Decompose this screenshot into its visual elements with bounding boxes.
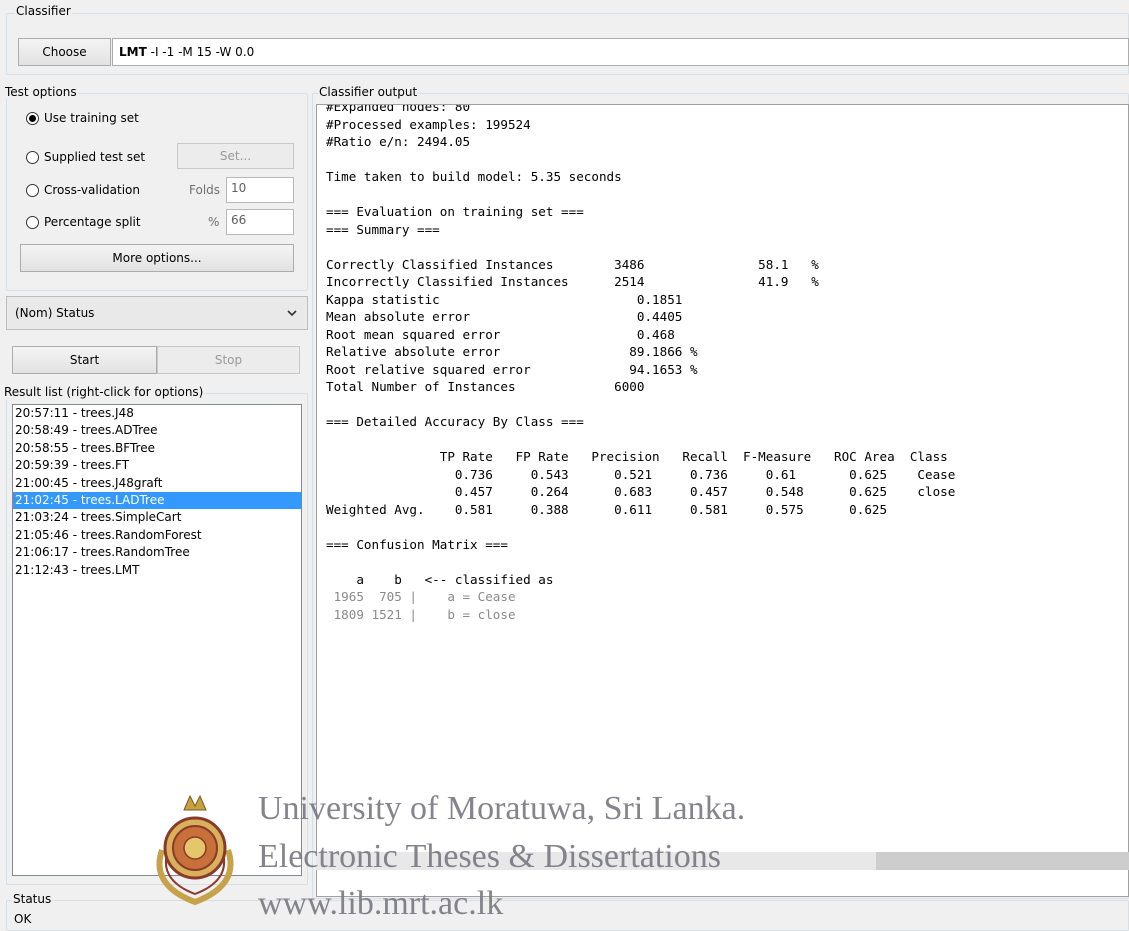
result-list-item[interactable]: 21:05:46 - trees.RandomForest [13, 527, 301, 544]
watermark-line-2: Electronic Theses & Dissertations [258, 838, 721, 875]
output-line: 0.457 0.264 0.683 0.457 0.548 0.625 clos… [326, 484, 956, 499]
output-line: 1809 1521 | b = close [326, 606, 516, 622]
output-line: Weighted Avg. 0.581 0.388 0.611 0.581 0.… [326, 501, 888, 517]
output-line: === Confusion Matrix === [326, 536, 508, 552]
class-attribute-select[interactable]: (Nom) Status [6, 296, 308, 330]
supplied-test-set-option[interactable]: Supplied test set [26, 150, 145, 164]
output-line: Correctly Classified Instances 3486 58.1… [326, 256, 819, 272]
output-text: #Expanded nodes: 80 #Processed examples:… [317, 104, 1128, 623]
stop-button[interactable]: Stop [157, 346, 300, 374]
output-line: Time taken to build model: 5.35 seconds [326, 169, 622, 184]
output-line: TP Rate FP Rate Precision Recall F-Measu… [326, 449, 948, 464]
output-line: Root relative squared error 94.1653 % [326, 361, 698, 377]
output-line: #Expanded nodes: 80 [326, 104, 471, 114]
output-line: === Summary === [326, 221, 440, 237]
output-line: Root mean squared error 0.468 [326, 326, 675, 342]
cross-validation-label: Cross-validation [44, 183, 140, 197]
supplied-test-set-radio[interactable] [26, 150, 39, 164]
start-button[interactable]: Start [12, 346, 157, 374]
status-label: Status [12, 892, 53, 906]
percentage-split-radio[interactable] [26, 215, 39, 229]
folds-field[interactable]: 10 [226, 177, 294, 203]
use-training-set-option[interactable]: Use training set [26, 111, 139, 125]
output-line: #Processed examples: 199524 [326, 116, 531, 132]
output-line: a b <-- classified as [326, 571, 554, 587]
choose-button[interactable]: Choose [18, 38, 111, 66]
watermark-line-1: University of Moratuwa, Sri Lanka. [258, 790, 746, 827]
result-list-item[interactable]: 20:58:49 - trees.ADTree [13, 422, 301, 439]
result-list-item[interactable]: 20:59:39 - trees.FT [13, 457, 301, 474]
percent-field[interactable]: 66 [226, 209, 294, 235]
classifier-config-field[interactable]: LMT -I -1 -M 15 -W 0.0 [112, 38, 1129, 66]
result-list-item[interactable]: 21:00:45 - trees.J48graft [13, 475, 301, 492]
output-line: Kappa statistic 0.1851 [326, 291, 683, 307]
test-options-label: Test options [4, 85, 78, 99]
cross-validation-radio[interactable] [26, 183, 39, 197]
percentage-split-option[interactable]: Percentage split [26, 215, 141, 229]
result-list-label: Result list (right-click for options) [3, 385, 205, 399]
status-value: OK [14, 912, 32, 926]
output-line: Incorrectly Classified Instances 2514 41… [326, 274, 819, 289]
result-list-item[interactable]: 21:06:17 - trees.RandomTree [13, 544, 301, 561]
output-line: Mean absolute error 0.4405 [326, 309, 683, 324]
scrollbar-thumb[interactable] [876, 852, 1129, 870]
more-options-button[interactable]: More options... [20, 244, 294, 272]
use-training-set-label: Use training set [44, 111, 139, 125]
result-list-item[interactable]: 21:12:43 - trees.LMT [13, 562, 301, 579]
output-line: 0.736 0.543 0.521 0.736 0.61 0.625 Cease [326, 466, 956, 482]
output-line: Total Number of Instances 6000 [326, 379, 645, 394]
folds-label: Folds [189, 183, 221, 197]
result-list-item[interactable]: 20:58:55 - trees.BFTree [13, 440, 301, 457]
classifier-group-label: Classifier [15, 4, 72, 18]
output-line: #Ratio e/n: 2494.05 [326, 134, 471, 149]
output-line: 1965 705 | a = Cease [326, 589, 516, 604]
classifier-output-label: Classifier output [318, 85, 419, 99]
classifier-options: -I -1 -M 15 -W 0.0 [150, 45, 255, 59]
result-list-item-selected[interactable]: 21:02:45 - trees.LADTree [13, 491, 301, 510]
university-seal-icon [140, 790, 250, 913]
supplied-test-set-label: Supplied test set [44, 150, 146, 164]
percent-label: % [208, 215, 220, 229]
chevron-down-icon [287, 306, 297, 320]
output-line: Relative absolute error 89.1866 % [326, 344, 698, 359]
use-training-set-radio[interactable] [26, 111, 39, 125]
result-list-item[interactable]: 20:57:11 - trees.J48 [13, 405, 301, 422]
class-attribute-value: (Nom) Status [15, 306, 95, 320]
result-list-item[interactable]: 21:03:24 - trees.SimpleCart [13, 509, 301, 526]
classifier-output-text-area[interactable]: #Expanded nodes: 80 #Processed examples:… [316, 104, 1129, 897]
watermark-line-3: www.lib.mrt.ac.lk [258, 885, 504, 922]
set-button[interactable]: Set... [177, 143, 294, 169]
cross-validation-option[interactable]: Cross-validation [26, 183, 140, 197]
output-line: === Evaluation on training set === [326, 204, 584, 219]
percentage-split-label: Percentage split [44, 215, 141, 229]
classifier-name: LMT [119, 45, 147, 59]
output-line: === Detailed Accuracy By Class === [326, 414, 584, 429]
